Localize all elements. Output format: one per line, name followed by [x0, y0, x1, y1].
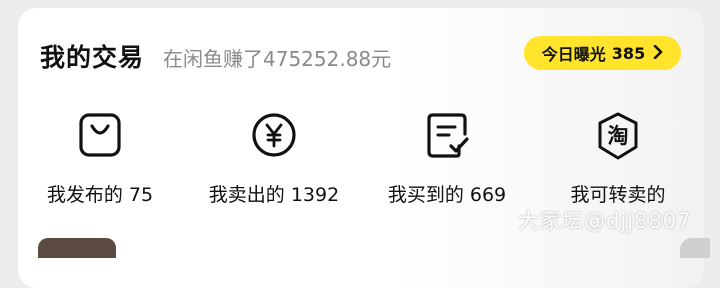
exposure-count: 385	[611, 43, 646, 63]
earnings-summary: 在闲鱼赚了475252.88元	[163, 47, 392, 71]
yen-icon	[248, 110, 300, 162]
bought-entry[interactable]: 我买到的 669	[357, 110, 537, 207]
section-title: 我的交易	[40, 43, 145, 72]
bought-label: 我买到的 669	[387, 184, 507, 206]
published-label: 我发布的 75	[46, 184, 154, 206]
taobao-icon: 淘	[592, 110, 644, 162]
bag-icon	[74, 110, 126, 162]
resellable-label: 我可转卖的	[570, 184, 666, 206]
resellable-entry[interactable]: 淘 我可转卖的	[528, 110, 708, 207]
today-exposure-button[interactable]: 今日曝光 385	[524, 36, 681, 70]
product-thumbnail-partial[interactable]	[680, 238, 710, 258]
chevron-right-icon	[653, 44, 663, 63]
exposure-label: 今日曝光	[541, 45, 606, 64]
product-thumbnail[interactable]	[38, 238, 116, 258]
sold-label: 我卖出的 1392	[208, 184, 340, 206]
taobao-glyph: 淘	[608, 124, 629, 148]
published-entry[interactable]: 我发布的 75	[10, 110, 190, 207]
watermark: 大家坛@djj8807	[518, 209, 692, 233]
receipt-check-icon	[421, 110, 473, 162]
sold-entry[interactable]: 我卖出的 1392	[184, 110, 364, 207]
